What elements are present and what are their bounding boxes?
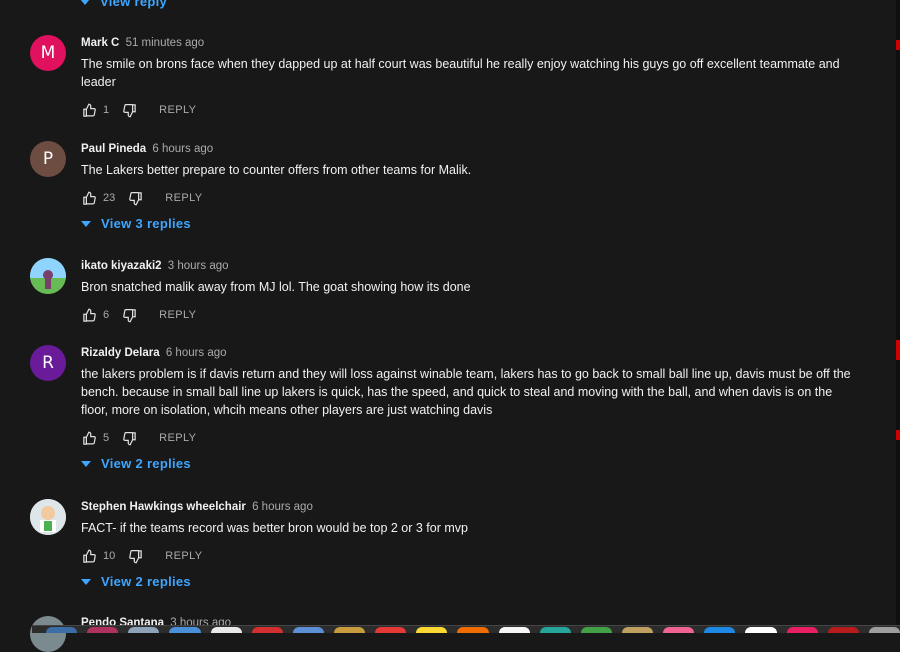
- avatar[interactable]: [30, 616, 66, 652]
- dock-app-icon[interactable]: [333, 627, 366, 633]
- dock-app-icon[interactable]: [169, 627, 201, 633]
- like-count: 6: [103, 309, 110, 321]
- edge-marker: [896, 340, 900, 360]
- avatar[interactable]: P: [30, 141, 66, 177]
- chevron-down-icon: [80, 0, 90, 5]
- avatar-letter: M: [40, 43, 56, 63]
- chevron-down-icon: [81, 220, 91, 227]
- comment-text: The Lakers better prepare to counter off…: [81, 163, 472, 177]
- view-replies-label: View 2 replies: [101, 456, 191, 471]
- comment-text: FACT- if the teams record was better bro…: [81, 521, 468, 535]
- view-replies-button[interactable]: View 2 replies: [81, 456, 851, 471]
- dock-app-icon[interactable]: [498, 627, 530, 633]
- dock-app-icon[interactable]: [210, 627, 242, 633]
- thumbs-up-icon[interactable]: [81, 190, 97, 206]
- edge-marker: [896, 430, 900, 440]
- like-count: 23: [103, 192, 116, 204]
- reply-button[interactable]: REPLY: [165, 192, 202, 204]
- view-replies-button[interactable]: View 3 replies: [81, 216, 851, 231]
- comment-author[interactable]: ikato kiyazaki2: [81, 260, 162, 272]
- avatar-image-icon: [30, 499, 66, 535]
- edge-marker: [896, 40, 900, 50]
- comment-text: Bron snatched malik away from MJ lol. Th…: [81, 280, 471, 294]
- dock-app-icon[interactable]: [128, 627, 160, 633]
- chevron-down-icon: [81, 460, 91, 467]
- comment-time[interactable]: 3 hours ago: [168, 260, 229, 272]
- dock-app-icon[interactable]: [868, 627, 900, 633]
- dock-app-icon[interactable]: [539, 627, 571, 633]
- dock-app-icon[interactable]: [87, 627, 119, 633]
- dock-app-icon[interactable]: [416, 627, 448, 633]
- comment-time[interactable]: 6 hours ago: [166, 347, 227, 359]
- dock-app-icon[interactable]: [375, 627, 407, 633]
- reply-button[interactable]: REPLY: [159, 432, 196, 444]
- reply-button[interactable]: REPLY: [159, 104, 196, 116]
- dock-app-icon[interactable]: [621, 627, 654, 633]
- like-count: 10: [103, 550, 116, 562]
- dock-app-icon[interactable]: [292, 627, 324, 633]
- dock-app-icon[interactable]: [46, 627, 78, 633]
- dock-app-icon[interactable]: [827, 627, 859, 633]
- reply-button[interactable]: REPLY: [159, 309, 196, 321]
- comment-author[interactable]: Stephen Hawkings wheelchair: [81, 501, 246, 513]
- right-edge-scrollbar: [896, 0, 900, 633]
- view-replies-label: View 2 replies: [101, 574, 191, 589]
- avatar[interactable]: R: [30, 345, 66, 381]
- view-reply-label: View reply: [100, 0, 168, 9]
- dock-app-icon[interactable]: [704, 627, 736, 633]
- view-replies-label: View 3 replies: [101, 216, 191, 231]
- thumbs-down-icon[interactable]: [127, 548, 143, 564]
- comment-author[interactable]: Mark C: [81, 37, 119, 49]
- comment-time[interactable]: 6 hours ago: [152, 143, 213, 155]
- chevron-down-icon: [81, 578, 91, 585]
- comment-time[interactable]: 6 hours ago: [252, 501, 313, 513]
- thumbs-down-icon[interactable]: [121, 307, 137, 323]
- thumbs-down-icon[interactable]: [121, 430, 137, 446]
- dock-app-icon[interactable]: [251, 627, 283, 633]
- dock: [32, 625, 900, 633]
- like-count: 1: [103, 104, 110, 116]
- dock-app-icon[interactable]: [663, 627, 695, 633]
- comment-time[interactable]: 51 minutes ago: [126, 37, 205, 49]
- avatar[interactable]: [30, 258, 66, 294]
- comment-author[interactable]: Paul Pineda: [81, 143, 146, 155]
- dock-app-icon[interactable]: [580, 627, 612, 633]
- avatar[interactable]: [30, 499, 66, 535]
- comment-text: the lakers problem is if davis return an…: [81, 367, 851, 417]
- avatar-letter: R: [42, 353, 54, 373]
- avatar-image-icon: [30, 258, 66, 294]
- view-replies-button[interactable]: View 2 replies: [81, 574, 851, 589]
- thumbs-up-icon[interactable]: [81, 430, 97, 446]
- avatar[interactable]: M: [30, 35, 66, 71]
- dock-app-icon[interactable]: [457, 627, 489, 633]
- dock-app-icon[interactable]: [745, 627, 777, 633]
- thumbs-down-icon[interactable]: [127, 190, 143, 206]
- reply-button[interactable]: REPLY: [165, 550, 202, 562]
- view-reply-button[interactable]: View reply: [80, 0, 167, 9]
- comment-partial: Pendo Santana 3 hours ago: [30, 616, 231, 652]
- dock-app-icon[interactable]: [786, 627, 818, 633]
- thumbs-up-icon[interactable]: [81, 548, 97, 564]
- comment-text: The smile on brons face when they dapped…: [81, 57, 840, 89]
- thumbs-up-icon[interactable]: [81, 102, 97, 118]
- comment-author[interactable]: Rizaldy Delara: [81, 347, 160, 359]
- thumbs-up-icon[interactable]: [81, 307, 97, 323]
- avatar-letter: P: [42, 149, 54, 169]
- thumbs-down-icon[interactable]: [121, 102, 137, 118]
- like-count: 5: [103, 432, 110, 444]
